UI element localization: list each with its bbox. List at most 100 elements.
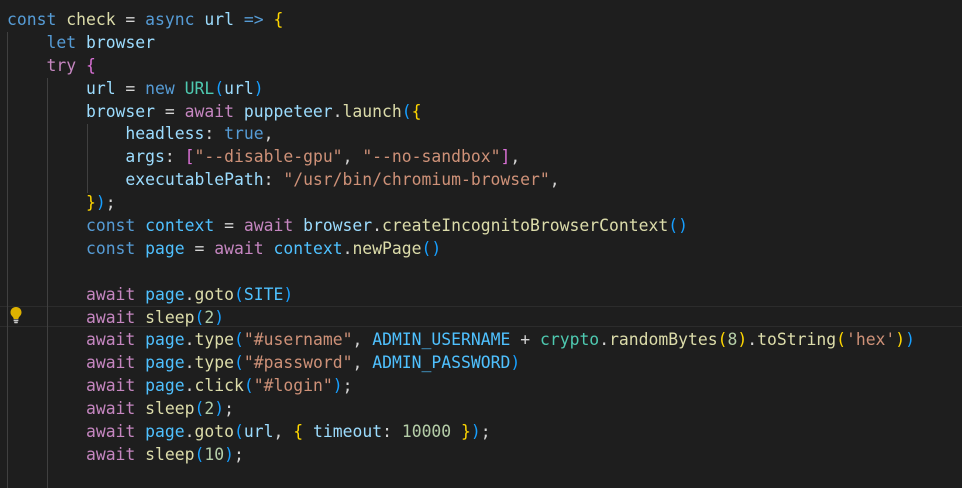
code-line[interactable]: const check = async url => { [7,9,915,32]
code-line[interactable]: await page.goto(SITE) [7,284,915,307]
code-token: ) [737,330,748,350]
code-token: = [214,216,244,236]
code-token: "/usr/bin/chromium-browser" [283,170,550,190]
code-line[interactable]: await page.click("#login"); [7,375,915,398]
code-token: check [66,10,116,29]
code-line[interactable] [7,261,915,284]
code-token: context [273,238,343,258]
code-token: "--no-sandbox" [362,147,501,167]
code-token: timeout [313,422,383,442]
code-token: randomBytes [609,330,718,350]
code-token: ( [234,284,244,304]
code-token: page [145,330,185,350]
code-line[interactable]: await page.type("#username", ADMIN_USERN… [7,329,915,352]
code-token: url [224,78,254,98]
code-token: . [332,101,343,121]
code-token: , [510,147,521,167]
code-line[interactable]: try { [7,55,915,78]
code-token: ; [105,193,116,213]
code-token: async [145,10,195,29]
code-token: ) [510,353,521,373]
code-token: true [224,124,264,144]
code-editor[interactable]: const check = async url => { let browser… [0,0,962,488]
code-line[interactable]: args: ["--disable-gpu", "--no-sandbox"], [7,146,915,169]
code-token: { [273,10,284,29]
code-token: ) [214,307,225,327]
code-token: headless [125,124,205,144]
code-token: const [7,10,57,29]
code-line[interactable]: await sleep(10); [7,444,915,467]
code-line[interactable]: url = new URL(url) [7,78,915,101]
code-token: sleep [145,399,195,419]
code-token: , [342,147,363,167]
code-line[interactable]: await page.goto(url, { timeout: 10000 })… [7,421,915,444]
code-token: "#login" [253,376,333,396]
code-token: ( [234,353,244,373]
code-token: ) [253,78,264,98]
code-token: ADMIN_USERNAME [372,330,511,350]
code-token: ( [401,101,412,121]
code-token: ( [214,78,225,98]
code-token: goto [194,284,235,304]
code-line[interactable]: const page = await context.newPage() [7,238,915,261]
code-token: . [599,330,610,350]
code-token: => [243,10,264,29]
code-line[interactable]: headless: true, [7,123,915,146]
code-token: page [145,284,185,304]
code-line[interactable]: executablePath: "/usr/bin/chromium-brows… [7,169,915,192]
code-token: args [125,147,165,167]
code-token: ] [500,147,511,167]
code-token: 10000 [401,422,452,442]
code-token: = [115,10,146,29]
code-token: 'hex' [845,330,896,350]
code-line[interactable]: }); [7,192,915,215]
code-token: "#username" [243,330,353,350]
code-token: 2 [204,399,215,419]
code-token: . [342,238,353,258]
code-token: [ [184,147,195,167]
code-token: type [194,353,235,373]
code-token: ( [836,330,846,350]
code-token: ; [224,399,235,419]
code-token: () [421,238,442,258]
code-token: ( [194,444,205,464]
code-line[interactable]: const context = await browser.createInco… [7,215,915,238]
code-line[interactable]: await sleep(2); [7,398,915,421]
code-token: await [85,376,136,396]
code-token: 8 [727,330,738,350]
code-line[interactable]: browser = await puppeteer.launch({ [7,101,915,124]
code-token: ) [283,284,294,304]
code-token: } [461,422,471,442]
code-line[interactable]: let browser [7,32,915,55]
code-token: ) [224,444,235,464]
code-line[interactable]: await sleep(2) [7,307,915,330]
code-token: url [204,10,234,29]
code-token: : [164,147,185,167]
code-token: : [204,124,225,144]
code-token: . [184,353,195,373]
code-token: type [194,330,235,350]
code-token: ) [332,376,343,396]
code-token: ) [470,422,481,442]
code-line[interactable]: await page.type("#password", ADMIN_PASSW… [7,352,915,375]
code-token: ( [234,330,244,350]
code-lines[interactable]: const check = async url => { let browser… [7,9,915,467]
